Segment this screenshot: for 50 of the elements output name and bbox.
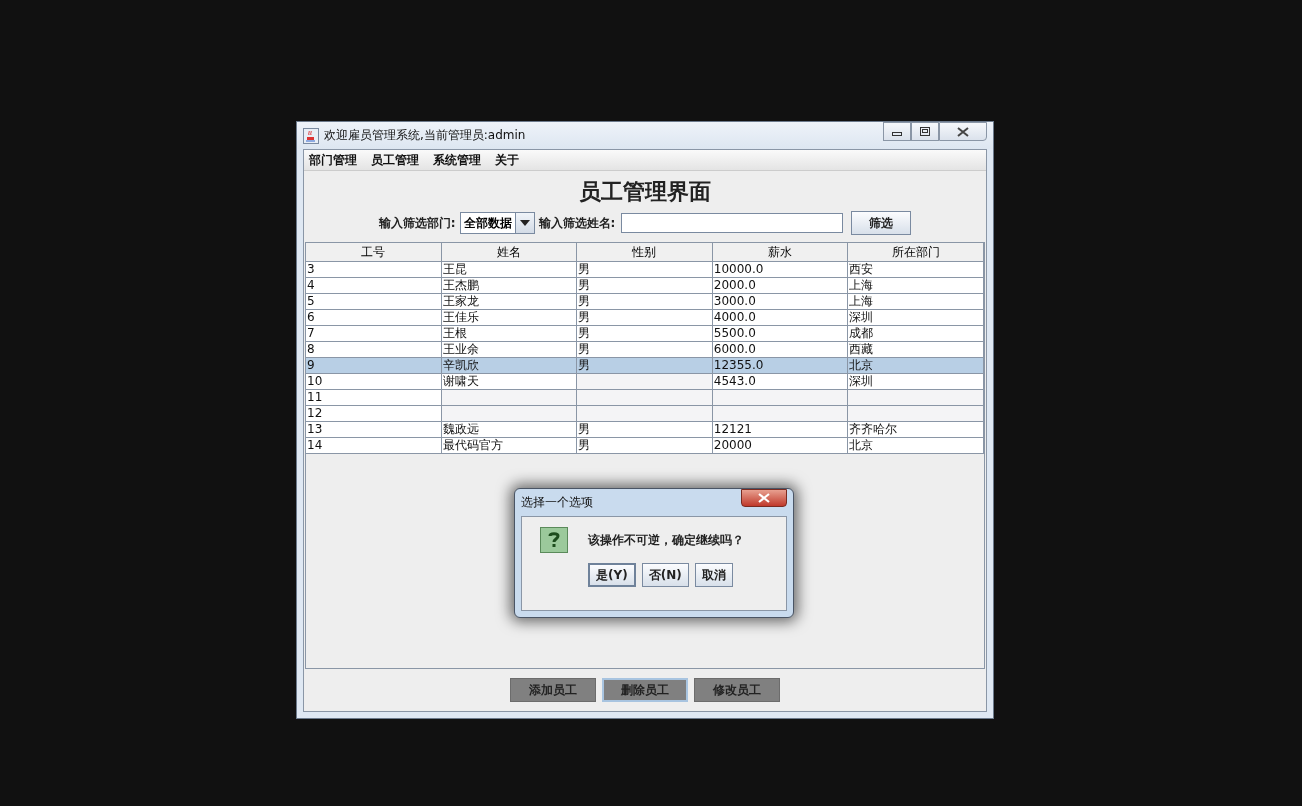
table-row[interactable]: 3 王昆 男 10000.0 西安 [306, 262, 984, 278]
action-button[interactable]: 删除员工 [602, 678, 688, 702]
table-cell: 北京 [848, 438, 984, 454]
close-icon [758, 493, 770, 503]
table-row[interactable]: 5 王家龙 男 3000.0 上海 [306, 294, 984, 310]
dialog-message: 该操作不可逆，确定继续吗？ [588, 531, 744, 549]
table-cell: 男 [577, 438, 713, 454]
name-label: 输入筛选姓名: [538, 214, 616, 232]
maximize-icon [920, 127, 930, 136]
table-row[interactable]: 11 [306, 390, 984, 406]
table-row[interactable]: 7 王根 男 5500.0 成都 [306, 326, 984, 342]
column-header[interactable]: 工号 [306, 243, 442, 262]
window-title: 欢迎雇员管理系统,当前管理员:admin [324, 127, 526, 144]
minimize-button[interactable] [883, 122, 911, 141]
question-icon [540, 527, 568, 553]
close-icon [957, 126, 969, 137]
menu-item[interactable]: 部门管理 [309, 151, 357, 169]
close-button[interactable] [939, 122, 987, 141]
name-field[interactable] [621, 213, 844, 233]
table-row[interactable]: 10 谢啸天 4543.0 深圳 [306, 374, 984, 390]
action-button[interactable]: 修改员工 [694, 678, 780, 702]
table-cell: 14 [306, 438, 442, 454]
column-header[interactable]: 所在部门 [848, 243, 984, 262]
dialog-button[interactable]: 是(Y) [588, 563, 636, 587]
dropdown-arrow-icon [519, 220, 530, 226]
page-heading: 员工管理界面 [578, 177, 712, 206]
table-row[interactable]: 4 王杰鹏 男 2000.0 上海 [306, 278, 984, 294]
department-dropdown[interactable]: 全部数据 [459, 212, 535, 234]
table-row[interactable]: 9 辛凯欣 男 12355.0 北京 [306, 358, 984, 374]
table-row[interactable]: 13 魏政远 男 12121 齐齐哈尔 [306, 422, 984, 438]
table-row[interactable]: 14 最代码官方 男 20000 北京 [306, 438, 984, 454]
column-header[interactable]: 性别 [577, 243, 713, 262]
filter-button[interactable]: 筛选 [851, 211, 912, 235]
dialog-button[interactable]: 取消 [694, 563, 733, 587]
menu-item[interactable]: 系统管理 [433, 151, 481, 169]
dialog-title: 选择一个选项 [521, 494, 593, 511]
close-button[interactable] [741, 489, 787, 507]
table-cell: 20000 [712, 438, 849, 454]
table-row[interactable]: 6 王佳乐 男 4000.0 深圳 [306, 310, 984, 326]
department-label: 输入筛选部门: [378, 214, 456, 232]
table-cell: 最代码官方 [441, 438, 578, 454]
dialog-button[interactable]: 否(N) [641, 563, 689, 587]
table-row[interactable]: 8 王业余 男 6000.0 西藏 [306, 342, 984, 358]
menu-item[interactable]: 关于 [495, 151, 519, 169]
action-button[interactable]: 添加员工 [510, 678, 596, 702]
table-row[interactable]: 12 [306, 406, 984, 422]
menu-item[interactable]: 员工管理 [371, 151, 419, 169]
maximize-button[interactable] [911, 122, 939, 141]
column-header[interactable]: 姓名 [441, 243, 578, 262]
column-header[interactable]: 薪水 [712, 243, 849, 262]
